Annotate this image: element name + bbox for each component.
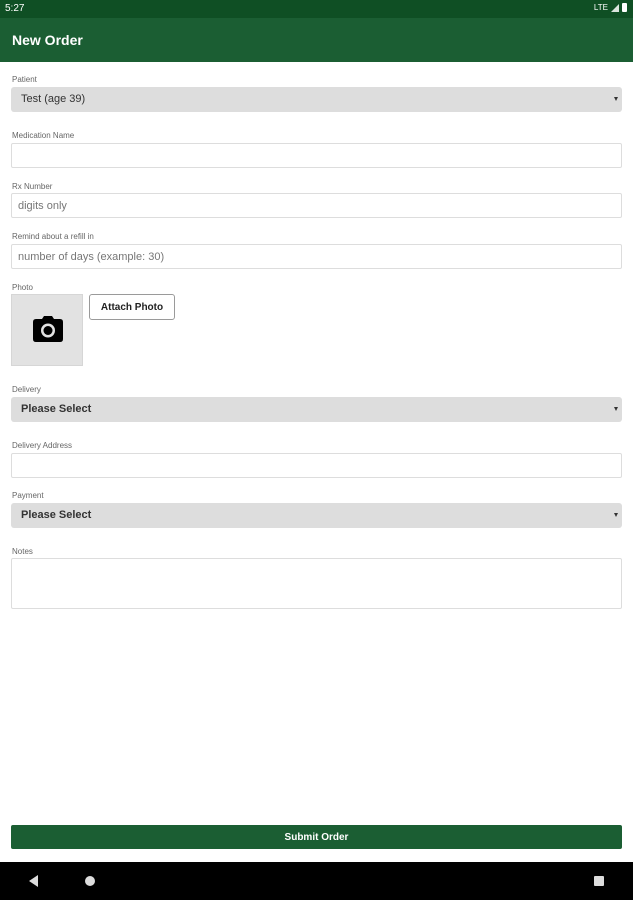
dropdown-arrow-icon (614, 97, 618, 101)
notes-textarea[interactable] (11, 558, 622, 609)
patient-select[interactable]: Test (age 39) (11, 87, 622, 112)
submit-order-button[interactable]: Submit Order (11, 825, 622, 849)
patient-select-value: Test (age 39) (21, 93, 86, 105)
payment-select-value: Please Select (21, 509, 92, 521)
dropdown-arrow-icon (614, 513, 618, 517)
medication-name-input[interactable] (11, 143, 622, 168)
signal-icon (611, 3, 619, 12)
delivery-address-input[interactable] (11, 453, 622, 478)
network-type-label: LTE (593, 3, 608, 12)
payment-select[interactable]: Please Select (11, 503, 622, 528)
rx-number-label: Rx Number (12, 182, 53, 191)
refill-days-input[interactable] (11, 244, 622, 269)
delivery-address-label: Delivery Address (12, 441, 73, 450)
dropdown-arrow-icon (614, 407, 618, 411)
patient-label: Patient (12, 75, 37, 84)
recents-square-icon[interactable] (594, 876, 604, 886)
page-title: New Order (12, 32, 83, 48)
status-time: 5:27 (5, 3, 25, 14)
home-circle-icon[interactable] (85, 876, 95, 886)
camera-icon (33, 316, 63, 342)
notes-label: Notes (12, 547, 33, 556)
refill-reminder-label: Remind about a refill in (12, 232, 94, 241)
status-bar: 5:27 LTE (0, 0, 633, 18)
delivery-label: Delivery (12, 385, 41, 394)
photo-thumbnail[interactable] (11, 294, 83, 366)
medication-name-label: Medication Name (12, 131, 75, 140)
navigation-bar (0, 862, 633, 900)
battery-icon (622, 3, 627, 12)
app-bar: New Order (0, 18, 633, 62)
status-icons: LTE (594, 3, 627, 12)
delivery-select[interactable]: Please Select (11, 397, 622, 422)
attach-photo-button[interactable]: Attach Photo (89, 294, 175, 320)
rx-number-input[interactable] (11, 193, 622, 218)
payment-label: Payment (12, 491, 44, 500)
photo-label: Photo (12, 283, 33, 292)
delivery-select-value: Please Select (21, 403, 92, 415)
back-triangle-icon[interactable] (29, 875, 38, 887)
